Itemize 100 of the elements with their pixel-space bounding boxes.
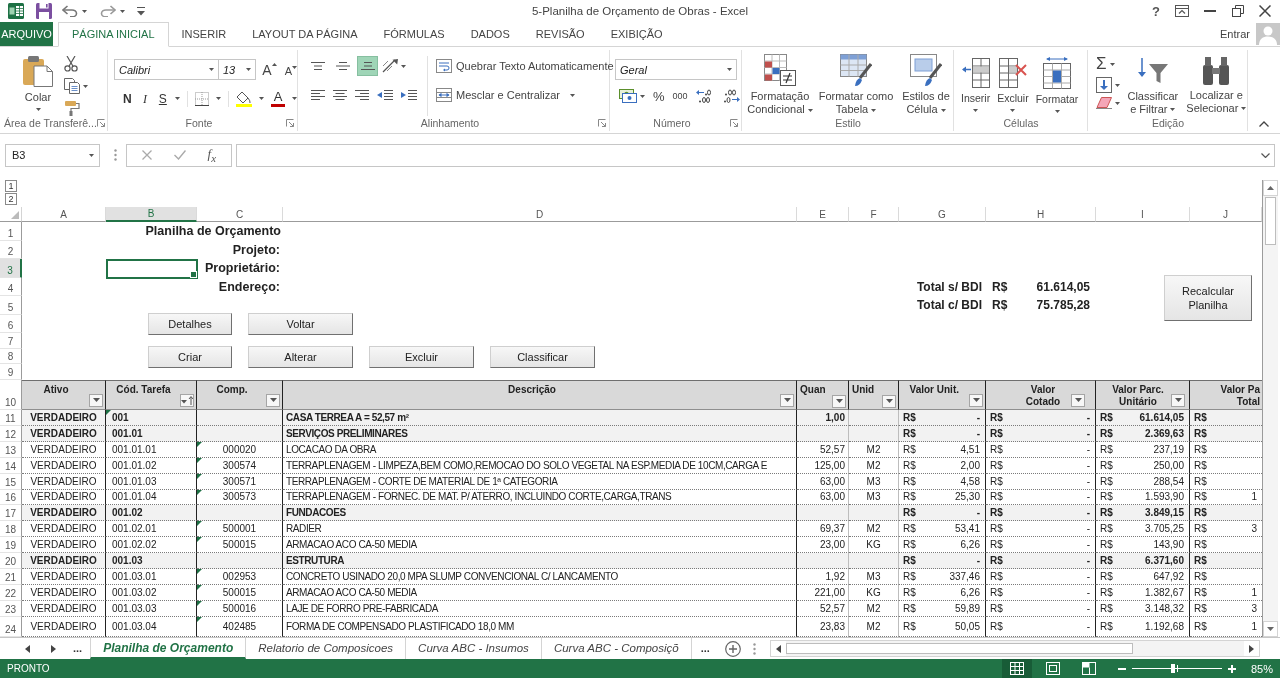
angled-text-icon[interactable] [382, 59, 398, 73]
column-header[interactable]: B [106, 207, 197, 222]
copy-icon[interactable] [64, 78, 80, 94]
caret-icon[interactable] [640, 94, 645, 98]
money-icon[interactable] [619, 89, 637, 103]
shrink-font-button[interactable]: A [284, 65, 297, 77]
caret-icon[interactable] [1109, 62, 1115, 66]
row-header[interactable]: 21 [0, 569, 22, 585]
caret-icon[interactable] [216, 97, 222, 100]
view-button[interactable] [1002, 659, 1032, 678]
check-icon[interactable] [173, 150, 186, 160]
triangle-left-icon[interactable] [25, 644, 30, 653]
close-icon[interactable] [1258, 5, 1271, 17]
delete-button[interactable]: Excluir [997, 54, 1029, 116]
form-button[interactable]: Criar [148, 346, 232, 368]
ribbon-tab[interactable]: REVISÃO [522, 22, 598, 46]
indent-icon[interactable] [401, 90, 417, 100]
font-size-field[interactable]: 13 [218, 59, 257, 80]
more-tabs-button[interactable]: ... [691, 638, 719, 659]
row-header[interactable]: 13 [0, 441, 22, 458]
name-box[interactable]: B3 [5, 143, 100, 167]
row-header[interactable]: 14 [0, 457, 22, 474]
caret-icon[interactable] [83, 84, 88, 88]
fill-down-icon[interactable] [1096, 77, 1112, 93]
caret-icon[interactable] [120, 9, 125, 13]
underline-button[interactable]: S [157, 92, 169, 105]
filter-button[interactable] [180, 393, 194, 407]
caret-icon[interactable] [1115, 83, 1120, 87]
row-header[interactable]: 5 [0, 296, 22, 315]
row-header[interactable]: 4 [0, 277, 22, 296]
zoom-level[interactable]: 85% [1236, 662, 1280, 675]
scrollbar-track[interactable] [785, 641, 1244, 656]
caret-icon[interactable] [1115, 101, 1120, 105]
row-header[interactable]: 16 [0, 489, 22, 506]
row-header[interactable]: 7 [0, 333, 22, 349]
zoom-out-icon[interactable] [1118, 667, 1126, 670]
percent-button[interactable]: % [653, 89, 665, 103]
paste-button[interactable]: Colar [20, 52, 56, 111]
vertical-align-button[interactable] [357, 56, 378, 76]
thousands-button[interactable]: 000 [672, 91, 688, 101]
row-header[interactable]: 3 [0, 259, 22, 278]
caret-icon[interactable] [401, 64, 406, 68]
scissors-icon[interactable] [64, 56, 78, 72]
grow-font-button[interactable]: A [262, 62, 277, 77]
zoom-in-icon[interactable] [1228, 664, 1236, 673]
grip-dots-icon[interactable] [114, 149, 117, 161]
collapse-ribbon-icon[interactable] [1259, 121, 1269, 127]
align-right-icon[interactable] [355, 90, 369, 100]
scrollbar-thumb[interactable] [1265, 197, 1276, 245]
filter-button[interactable] [89, 393, 103, 407]
sign-in-link[interactable]: Entrar [1220, 28, 1250, 40]
format-table-button[interactable]: Formatar como Tabela [817, 54, 895, 116]
row-header[interactable]: 24 [0, 616, 22, 637]
font-name-field[interactable]: Calibri [114, 59, 219, 80]
number-format-field[interactable]: Geral [615, 59, 737, 80]
font-color-button[interactable]: A [271, 90, 285, 107]
caret-icon[interactable] [259, 97, 264, 100]
row-header[interactable]: 22 [0, 584, 22, 601]
ribbon-tab[interactable]: INSERIR [168, 22, 240, 46]
row-header[interactable]: 18 [0, 521, 22, 538]
dialog-launcher-icon[interactable] [96, 119, 105, 127]
ribbon-tab[interactable]: FÓRMULAS [370, 22, 458, 46]
sort-filter-button[interactable]: Classificar e Filtrar [1125, 55, 1181, 116]
form-button[interactable]: Classificar [490, 346, 595, 368]
undo-icon[interactable] [62, 5, 78, 17]
more-tabs-button[interactable]: ... [56, 638, 91, 659]
form-button[interactable]: Voltar [248, 313, 353, 335]
italic-button[interactable]: I [139, 92, 151, 105]
new-sheet-icon[interactable] [724, 640, 741, 657]
cell-styles-button[interactable]: Estilos de Célula [899, 54, 953, 116]
ribbon-tab[interactable]: EXIBIÇÃO [597, 22, 676, 46]
ribbon-tab[interactable]: LAYOUT DA PÁGINA [239, 22, 371, 46]
format-button[interactable]: Formatar [1035, 54, 1079, 116]
filter-button[interactable] [882, 394, 896, 408]
caret-icon[interactable] [292, 97, 297, 100]
scroll-down-button[interactable] [1263, 621, 1278, 637]
save-icon[interactable] [36, 3, 52, 19]
form-button[interactable]: Alterar [248, 346, 353, 368]
triangle-right-icon[interactable] [51, 644, 56, 653]
filter-button[interactable] [1071, 393, 1085, 407]
bar-caret-icon[interactable] [137, 6, 145, 16]
outline-level-button[interactable]: 2 [5, 193, 17, 205]
outline-level-button[interactable]: 1 [5, 180, 17, 192]
dialog-launcher-icon[interactable] [286, 119, 294, 127]
decimal-decrease-icon[interactable] [721, 89, 740, 103]
paint-bucket-icon[interactable] [236, 90, 252, 107]
minimize-icon[interactable] [1204, 10, 1217, 12]
row-header[interactable]: 19 [0, 537, 22, 554]
row-header[interactable]: 23 [0, 600, 22, 617]
eraser-icon[interactable] [1096, 97, 1112, 109]
ribbon-tab[interactable]: PÁGINA INICIAL [58, 22, 169, 47]
grip-dots-icon[interactable] [752, 642, 756, 655]
ribbon-tab[interactable]: DADOS [457, 22, 523, 46]
dialog-launcher-icon[interactable] [598, 119, 606, 127]
caret-icon[interactable] [82, 9, 87, 13]
insert-button[interactable]: Inserir [961, 54, 991, 116]
form-button[interactable]: Detalhes [148, 313, 232, 335]
expand-icon[interactable] [1261, 152, 1270, 158]
filter-button[interactable] [780, 393, 794, 407]
scrollbar-thumb[interactable] [785, 643, 1133, 654]
